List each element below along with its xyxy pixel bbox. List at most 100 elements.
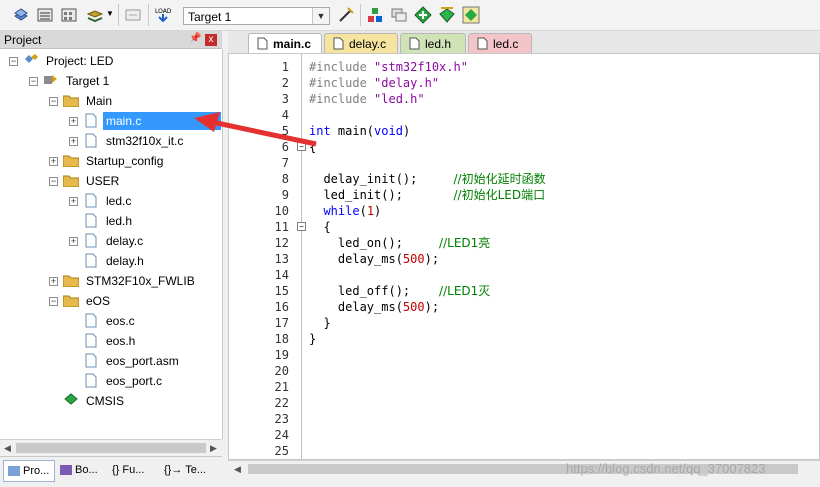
tab-label: main.c (273, 37, 312, 51)
code-text: delay_init(); (309, 172, 454, 186)
rebuild-icon[interactable] (36, 6, 54, 24)
expand-toggle[interactable]: + (49, 277, 58, 286)
translate-icon[interactable] (124, 6, 142, 24)
code-line-9: led_init(); //初始化LED端口 (309, 187, 545, 203)
folder-open-icon (63, 295, 79, 307)
scroll-right-icon[interactable]: ▶ (210, 443, 217, 454)
project-bottom-tabs: Pro... Bo... {} Fu... {}→ Te... (0, 456, 222, 487)
code-line-11: { (309, 220, 331, 234)
load-icon[interactable]: LOAD (154, 6, 172, 24)
tree-item-eos[interactable]: eOS (86, 292, 110, 310)
tab-led-c[interactable]: led.c (468, 33, 532, 53)
packs-icon[interactable] (462, 6, 480, 24)
collapse-toggle[interactable]: − (49, 177, 58, 186)
tree-horizontal-scrollbar[interactable]: ◀ ▶ (0, 439, 222, 456)
tab-functions[interactable]: {} Fu... (112, 460, 160, 480)
folder-open-icon (63, 175, 79, 187)
scroll-left-icon[interactable]: ◀ (4, 443, 11, 454)
components-icon[interactable] (366, 6, 384, 24)
select-device-icon[interactable] (438, 6, 456, 24)
folder-icon (63, 155, 79, 167)
code-line-8: delay_init(); //初始化延时函数 (309, 171, 545, 187)
collapse-toggle[interactable]: − (29, 77, 38, 86)
code-text: ) (374, 204, 382, 218)
scroll-left-icon[interactable]: ◀ (234, 464, 241, 475)
tab-books[interactable]: Bo... (58, 460, 108, 480)
tree-item-startup-config[interactable]: Startup_config (86, 152, 163, 170)
folder-icon (63, 275, 79, 287)
tree-item-led-c[interactable]: led.c (106, 192, 131, 210)
code-line-15: led_off(); //LED1灭 (309, 283, 490, 299)
expand-toggle[interactable]: + (69, 137, 78, 146)
tree-item-delay-h[interactable]: delay.h (106, 252, 144, 270)
collapse-toggle[interactable]: − (9, 57, 18, 66)
expand-toggle[interactable]: + (49, 157, 58, 166)
pin-icon[interactable]: 📌 (189, 33, 201, 44)
code-line-13: delay_ms(500); (309, 251, 439, 267)
code-text: led_init(); (309, 188, 454, 202)
line-number: 15 (274, 284, 289, 298)
line-number: 18 (274, 332, 289, 346)
expand-toggle[interactable]: + (69, 237, 78, 246)
tree-item-user[interactable]: USER (86, 172, 119, 190)
line-number: 25 (274, 444, 289, 458)
file-icon (85, 253, 97, 268)
line-number: 7 (281, 156, 289, 170)
tree-item-eos-h[interactable]: eos.h (106, 332, 135, 350)
pane-title: Project (4, 33, 42, 47)
code-line-3: #include "led.h" (309, 91, 425, 107)
keyword: void (374, 124, 403, 138)
close-icon[interactable]: x (205, 34, 217, 46)
tree-item-fwlib[interactable]: STM32F10x_FWLIB (86, 272, 195, 290)
code-text: led_on(); (309, 236, 440, 250)
tree-item-stm32f10x-it-c[interactable]: stm32f10x_it.c (106, 132, 183, 150)
target-icon (44, 75, 57, 84)
target-select-value: Target 1 (188, 10, 232, 24)
tree-item-eos-c[interactable]: eos.c (106, 312, 135, 330)
scroll-thumb[interactable] (16, 443, 206, 453)
tree-item-main[interactable]: Main (86, 92, 112, 110)
tree-item-delay-c[interactable]: delay.c (106, 232, 143, 250)
file-icon (85, 233, 97, 248)
tab-led-h[interactable]: led.h (400, 33, 466, 53)
collapse-toggle[interactable]: − (49, 297, 58, 306)
expand-toggle[interactable]: + (69, 117, 78, 126)
pack-installer-icon[interactable] (414, 6, 432, 24)
file-icon (85, 313, 97, 328)
code-text: delay_ms( (309, 252, 403, 266)
folder-open-icon (63, 95, 79, 107)
annotation-arrow (194, 112, 317, 147)
dropdown-icon[interactable]: ▼ (106, 9, 124, 27)
target-select[interactable]: Target 1 ▼ (183, 7, 330, 25)
tab-main-c[interactable]: main.c (248, 33, 322, 53)
file-icon (85, 133, 97, 148)
tree-item-eos-port-c[interactable]: eos_port.c (106, 372, 162, 390)
manage-icon[interactable] (390, 6, 408, 24)
collapse-toggle[interactable]: − (49, 97, 58, 106)
books-icon (60, 465, 72, 476)
expand-toggle[interactable]: + (69, 197, 78, 206)
cmsis-icon (64, 393, 78, 405)
line-number: 23 (274, 412, 289, 426)
code-text: delay_ms( (309, 300, 403, 314)
line-number: 24 (274, 428, 289, 442)
comment: //LED1灭 (439, 284, 491, 298)
chevron-down-icon[interactable]: ▼ (312, 8, 329, 24)
tree-item-project[interactable]: Project: LED (46, 52, 113, 70)
stack-icon[interactable] (86, 6, 104, 24)
tree-item-cmsis[interactable]: CMSIS (86, 392, 124, 410)
tree-item-eos-port-asm[interactable]: eos_port.asm (106, 352, 179, 370)
batch-build-icon[interactable] (60, 6, 78, 24)
fold-toggle[interactable]: − (297, 222, 306, 231)
target-options-icon[interactable] (337, 6, 355, 24)
tab-label: delay.c (349, 37, 387, 51)
build-icon[interactable] (12, 6, 30, 24)
tab-project[interactable]: Pro... (3, 460, 55, 482)
tree-item-led-h[interactable]: led.h (106, 212, 132, 230)
code-line-17: } (309, 316, 331, 330)
string: "stm32f10x.h" (374, 60, 468, 74)
number: 1 (366, 204, 375, 218)
tree-item-target[interactable]: Target 1 (66, 72, 109, 90)
tab-delay-c[interactable]: delay.c (324, 33, 398, 53)
tab-templates[interactable]: {}→ Te... (164, 460, 220, 480)
